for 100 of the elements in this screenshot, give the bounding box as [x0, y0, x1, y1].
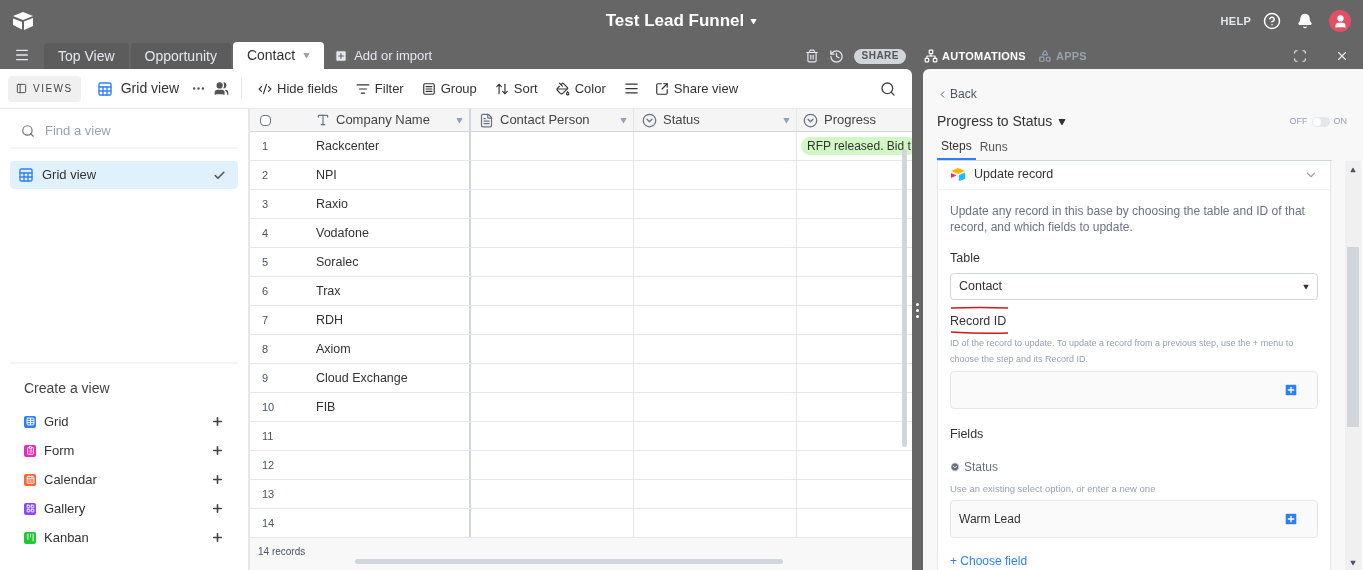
plus-square-icon[interactable]	[1283, 382, 1299, 398]
row-number: 1	[261, 138, 270, 154]
column-header[interactable]: Company Name	[310, 109, 471, 131]
network-icon	[924, 49, 938, 63]
menu-icon[interactable]	[14, 47, 30, 63]
table-label: Table	[950, 249, 981, 267]
row-number: 11	[261, 428, 275, 444]
scroll-down-icon	[1350, 560, 1356, 566]
row-number: 14	[261, 515, 276, 531]
row-number: 3	[261, 196, 270, 212]
table-tab[interactable]: Contact	[232, 42, 325, 69]
shapes-icon	[1037, 49, 1052, 63]
record-count: 14 records	[257, 545, 307, 559]
plus-icon	[211, 502, 224, 515]
base-title[interactable]: Test Lead Funnel	[605, 8, 758, 34]
back-link[interactable]: Back	[937, 85, 977, 103]
bell-icon[interactable]	[1297, 13, 1313, 29]
table-tab[interactable]: Opportunity	[130, 43, 231, 69]
search-icon	[21, 124, 35, 138]
views-toggle[interactable]: VIEWS	[8, 75, 81, 102]
list-box-icon	[421, 81, 436, 96]
row-number: 4	[261, 225, 270, 241]
company-name: Raxio	[316, 195, 348, 213]
find-view-field[interactable]: Find a view	[45, 121, 227, 141]
company-name: Axiom	[316, 340, 351, 358]
create-view-item[interactable]: Grid	[24, 407, 224, 436]
trash-icon[interactable]	[805, 49, 820, 63]
plus-square-icon	[334, 49, 349, 63]
automations-button[interactable]: AUTOMATIONS	[924, 47, 1026, 65]
toolbar-button[interactable]: Filter	[355, 78, 404, 99]
toolbar-button[interactable]: Sort	[494, 78, 538, 99]
history-icon[interactable]	[829, 48, 845, 64]
automation-name[interactable]: Progress to Status	[937, 111, 1067, 132]
caret-icon	[620, 116, 627, 124]
sidebar-icon	[16, 83, 27, 94]
fields-label: Fields	[950, 426, 985, 443]
letter-icon	[316, 113, 330, 127]
people-icon[interactable]	[214, 81, 230, 96]
plus-icon	[211, 473, 224, 486]
grid-icon	[96, 80, 113, 97]
select-all-checkbox[interactable]	[260, 114, 271, 126]
toolbar-button[interactable]: Color	[555, 78, 606, 99]
code-brackets-icon	[258, 81, 273, 96]
column-header[interactable]: Progress	[797, 109, 912, 131]
drag-handle-icon[interactable]	[916, 303, 919, 318]
toolbar-button[interactable]: Hide fields	[258, 78, 338, 99]
create-view-item[interactable]: Kanban	[24, 523, 224, 552]
column-header[interactable]: Status	[634, 109, 797, 131]
company-name: Soralec	[316, 253, 359, 271]
close-icon[interactable]	[1335, 49, 1349, 63]
search-icon[interactable]	[880, 80, 896, 97]
progress-tag: RFP released. Bid t	[801, 137, 912, 155]
create-view-item[interactable]: Form	[24, 436, 224, 465]
caret-icon	[1058, 117, 1067, 126]
caret-icon	[750, 17, 758, 25]
field-name: Status	[964, 458, 999, 476]
plus-icon	[211, 415, 224, 428]
vertical-scrollbar[interactable]	[902, 149, 907, 447]
table-tab[interactable]: Top View	[44, 43, 129, 69]
scribble-underline	[950, 331, 1010, 335]
company-name: NPI	[316, 166, 337, 184]
toolbar-button[interactable]: Group	[421, 78, 477, 99]
add-table-button[interactable]: Add or import	[326, 43, 441, 69]
filter-icon	[355, 81, 370, 96]
plus-icon	[211, 444, 224, 457]
caret-icon	[456, 116, 463, 124]
paint-bucket-icon	[555, 81, 570, 96]
field-value-input[interactable]: Warm Lead	[950, 500, 1318, 538]
choose-field-link[interactable]: + Choose field	[950, 552, 1028, 570]
table-select[interactable]: Contact	[950, 273, 1318, 301]
on-off-switch[interactable]	[1311, 116, 1330, 127]
create-view-item[interactable]: Gallery	[24, 494, 224, 523]
horizontal-scrollbar[interactable]	[355, 559, 783, 564]
create-view-item[interactable]: Calendar	[24, 465, 224, 494]
panel-scrollbar[interactable]	[1347, 247, 1359, 427]
row-number: 13	[261, 486, 276, 502]
help-icon[interactable]	[1263, 12, 1281, 30]
help-link[interactable]: HELP	[1220, 12, 1251, 30]
share-out-icon	[654, 81, 669, 96]
toolbar-button[interactable]: Share view	[654, 78, 739, 99]
row-height-icon[interactable]	[623, 81, 639, 96]
view-name[interactable]: Grid view	[120, 78, 180, 99]
row-number: 9	[261, 370, 270, 386]
company-name: Rackcenter	[316, 137, 380, 155]
circle-chevron-icon	[642, 112, 657, 128]
cube-logo-icon[interactable]	[12, 11, 34, 31]
grid-icon	[18, 167, 34, 183]
row-number: 5	[261, 254, 270, 270]
colored-box-icon	[950, 168, 966, 182]
company-name: Cloud Exchange	[316, 369, 408, 387]
record-id-field[interactable]	[950, 371, 1318, 409]
plus-icon	[211, 531, 224, 544]
column-header[interactable]: Contact Person	[471, 109, 634, 131]
view-item[interactable]: Grid view	[10, 161, 238, 189]
sort-arrows-icon	[494, 81, 509, 96]
fullscreen-icon[interactable]	[1293, 49, 1307, 63]
share-button[interactable]: SHARE	[854, 48, 906, 64]
panel-tab[interactable]: Runs	[975, 137, 1012, 160]
plus-square-icon	[1283, 511, 1299, 527]
avatar[interactable]	[1329, 10, 1351, 32]
